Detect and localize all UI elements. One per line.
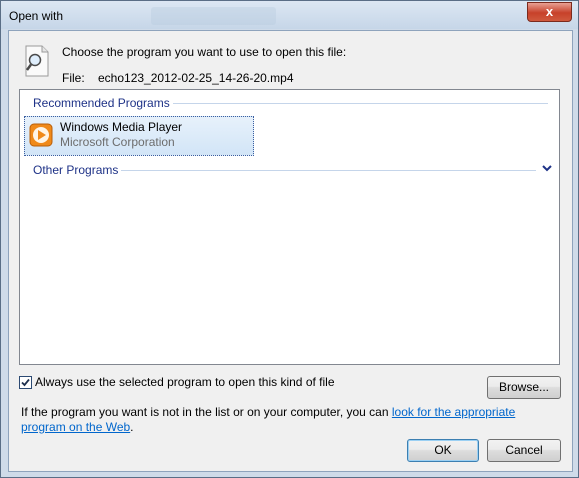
always-use-checkbox[interactable] [19,376,32,389]
info-text: If the program you want is not in the li… [21,405,561,435]
window-title: Open with [9,9,64,23]
background-window-ghost [151,7,276,25]
program-company: Microsoft Corporation [60,135,175,149]
chevron-down-icon[interactable] [541,164,553,174]
other-programs-header[interactable]: Other Programs [33,163,118,177]
close-button[interactable]: x [527,2,572,22]
browse-button[interactable]: Browse... [487,376,561,399]
info-text-suffix: . [130,420,134,434]
windows-media-player-icon [29,123,53,147]
file-search-icon [25,45,49,77]
recommended-programs-header[interactable]: Recommended Programs [33,96,170,110]
program-list[interactable]: Recommended Programs Windows Media Playe… [19,89,560,365]
file-label: File: [62,71,85,85]
program-item-windows-media-player[interactable]: Windows Media Player Microsoft Corporati… [24,116,254,156]
program-name: Windows Media Player [60,120,183,134]
always-use-label[interactable]: Always use the selected program to open … [35,375,335,389]
title-bar[interactable]: Open with x [1,1,578,29]
group-divider [173,103,548,104]
cancel-button[interactable]: Cancel [487,439,561,462]
file-name: echo123_2012-02-25_14-26-20.mp4 [98,71,294,85]
ok-button[interactable]: OK [407,439,479,462]
group-divider [121,170,536,171]
dialog-body: Choose the program you want to use to op… [8,30,573,472]
info-text-prefix: If the program you want is not in the li… [21,405,392,419]
instruction-text: Choose the program you want to use to op… [62,45,347,59]
checkmark-icon [21,378,30,387]
open-with-dialog: Open with x Choose the program you want … [0,0,579,478]
